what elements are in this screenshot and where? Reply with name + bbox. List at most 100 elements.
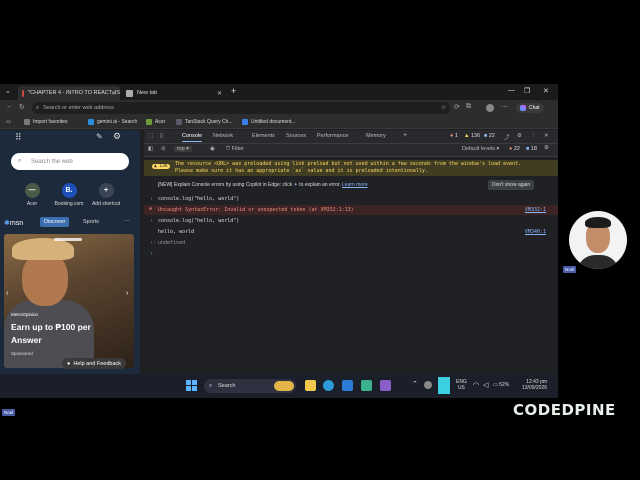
- search-icon: ⌕: [18, 158, 22, 164]
- windows-start-icon[interactable]: [186, 380, 197, 391]
- return-icon: ‹·: [150, 240, 157, 246]
- browser-essentials-icon[interactable]: ⟳: [454, 103, 460, 111]
- output-source-link[interactable]: VM340:1: [525, 229, 546, 235]
- search-icon: ⌕: [36, 104, 40, 111]
- context-select[interactable]: top ▾: [174, 146, 192, 152]
- tab-discover[interactable]: Discover: [40, 217, 70, 227]
- sidebar-toggle-icon[interactable]: ◧: [148, 146, 153, 152]
- settings-gear-icon[interactable]: ⚙: [113, 131, 121, 142]
- shortcut-acer[interactable]: — Acer: [17, 183, 47, 207]
- share-icon[interactable]: ⤴: [504, 133, 510, 141]
- tab-new-tab[interactable]: New tab ✕: [122, 86, 226, 100]
- language-indicator[interactable]: ENG US: [456, 379, 467, 391]
- favorite-import[interactable]: Import favorites: [24, 119, 67, 125]
- import-icon: [24, 119, 30, 125]
- new-tab-page-icon: [126, 89, 133, 97]
- webcam-overlay: [569, 211, 627, 269]
- error-count[interactable]: ● 1: [450, 133, 458, 139]
- help-feedback-button[interactable]: ● Help and Feedback: [62, 358, 127, 369]
- devtools-tabs: ⬚ ▯ Console Network Elements Sources Per…: [144, 130, 558, 144]
- taskbar: ⌕ Search ⌃ ENG US ◠ ◁ ▭ 52% 12:43 pm 13/09…: [0, 374, 558, 398]
- close-icon[interactable]: ✕: [217, 90, 222, 97]
- taskbar-search[interactable]: ⌕ Search: [204, 379, 296, 393]
- shortcut-booking[interactable]: B. Booking.com: [54, 183, 84, 207]
- device-toolbar-icon[interactable]: ▯: [160, 133, 163, 139]
- shortcut-add[interactable]: + Add shortcut: [91, 183, 121, 207]
- minimize-icon[interactable]: —: [508, 87, 515, 94]
- console-settings-icon[interactable]: ⚙: [544, 145, 549, 151]
- address-bar[interactable]: ⌕ Search or enter web address ☆: [32, 102, 450, 114]
- tab-elements[interactable]: Elements: [252, 133, 275, 139]
- carousel-dots[interactable]: [54, 238, 82, 241]
- file-explorer-icon[interactable]: [305, 380, 316, 391]
- apps-grid-icon[interactable]: ⠿: [15, 132, 22, 143]
- favorite-tanstack[interactable]: TanStack Query Ch...: [176, 119, 233, 125]
- more-icon[interactable]: ⋯: [501, 103, 508, 111]
- close-window-icon[interactable]: ✕: [543, 87, 549, 95]
- sponsored-label: Sponsored: [11, 351, 33, 356]
- tab-sports[interactable]: Sports: [83, 219, 99, 225]
- back-icon[interactable]: ←: [6, 103, 13, 110]
- default-levels-select[interactable]: Default levels ▾: [462, 146, 499, 152]
- edit-icon[interactable]: ✎: [96, 132, 103, 141]
- warning-count[interactable]: ▲ 136: [464, 133, 480, 139]
- profile-avatar[interactable]: [486, 104, 494, 112]
- tab-sources[interactable]: Sources: [286, 133, 306, 139]
- calculator-icon[interactable]: [361, 380, 372, 391]
- clock[interactable]: 12:43 pm 13/09/2026: [522, 379, 547, 391]
- vscode-icon[interactable]: [342, 380, 353, 391]
- devtools-inspect-icon[interactable]: ⬚: [148, 133, 153, 139]
- wifi-icon[interactable]: ◠: [473, 381, 479, 389]
- favorite-acer[interactable]: Acer: [146, 119, 165, 125]
- tab-console[interactable]: Console: [182, 133, 203, 142]
- tray-chevron-icon[interactable]: ⌃: [412, 380, 418, 388]
- tray-recording-icon[interactable]: [438, 377, 450, 394]
- tab-actions-icon[interactable]: ⌄: [5, 87, 11, 95]
- new-tab-page: ⠿ ✎ ⚙ ⌕ Search the web — Acer B. Booking…: [0, 130, 140, 398]
- battery-indicator[interactable]: ▭ 52%: [493, 382, 509, 388]
- info-count[interactable]: ■ 22: [484, 133, 495, 139]
- favorite-star-icon[interactable]: ☆: [441, 105, 446, 111]
- add-tab-icon[interactable]: +: [403, 132, 407, 139]
- learn-more-link[interactable]: Learn more: [342, 182, 368, 188]
- tray-app-icon[interactable]: [424, 381, 432, 389]
- more-options-icon[interactable]: ⋮: [531, 133, 537, 139]
- copilot-icon: [520, 105, 526, 111]
- carousel-prev-icon[interactable]: ‹: [6, 290, 8, 297]
- clear-console-icon[interactable]: ⊘: [161, 146, 166, 152]
- msn-feed-header: ✱msn Discover Sports ···: [0, 216, 140, 232]
- presenter-name-tag-bottom: Noel: [2, 409, 16, 416]
- refresh-icon[interactable]: ↻: [19, 103, 25, 111]
- dont-show-again-button[interactable]: Don't show again: [488, 180, 535, 190]
- edge-icon[interactable]: [323, 380, 334, 391]
- copilot-chat-button[interactable]: Chat: [516, 103, 544, 113]
- hero-image-hat: [12, 238, 74, 260]
- close-icon[interactable]: ✕: [111, 90, 116, 97]
- toolbar-info-count[interactable]: ■ 18: [526, 146, 537, 152]
- close-devtools-icon[interactable]: ✕: [544, 133, 549, 139]
- carousel-next-icon[interactable]: ›: [126, 290, 128, 297]
- volume-icon[interactable]: ◁: [483, 381, 488, 389]
- hero-image-face: [22, 252, 68, 306]
- teams-icon[interactable]: [380, 380, 391, 391]
- toolbar-warning-count[interactable]: ● 22: [509, 146, 520, 152]
- web-search-input[interactable]: ⌕ Search the web: [11, 153, 129, 170]
- favorite-gemini[interactable]: gemini ai - Search: [88, 119, 137, 125]
- chat-label: Chat: [529, 105, 540, 111]
- tab-memory[interactable]: Memory: [366, 133, 386, 139]
- error-source-link[interactable]: VM332:1: [525, 207, 546, 213]
- restore-icon[interactable]: ❐: [524, 87, 530, 95]
- filter-input[interactable]: ⛉ Filter: [226, 146, 426, 153]
- favorite-untitled[interactable]: Untitled document...: [242, 119, 295, 125]
- tab-network[interactable]: Network: [213, 133, 233, 139]
- settings-icon[interactable]: ⚙: [517, 133, 522, 139]
- new-tab-button[interactable]: +: [231, 86, 236, 96]
- browser-window: ⌄ *CHAPTER 4 - INTRO TO REACT JS ✕ New t…: [0, 84, 558, 398]
- favorites-menu-icon[interactable]: ▭: [6, 119, 11, 125]
- tab-chapter-4[interactable]: *CHAPTER 4 - INTRO TO REACT JS ✕: [18, 86, 120, 100]
- tab-performance[interactable]: Performance: [317, 133, 349, 139]
- live-expression-icon[interactable]: ◉: [210, 146, 215, 152]
- collections-icon[interactable]: ⧉: [466, 103, 471, 111]
- more-feed-icon[interactable]: ···: [124, 218, 130, 224]
- sponsored-hero-card[interactable]: ‹ › MetroOpinion Earn up to ₱100 per Ans…: [4, 234, 134, 368]
